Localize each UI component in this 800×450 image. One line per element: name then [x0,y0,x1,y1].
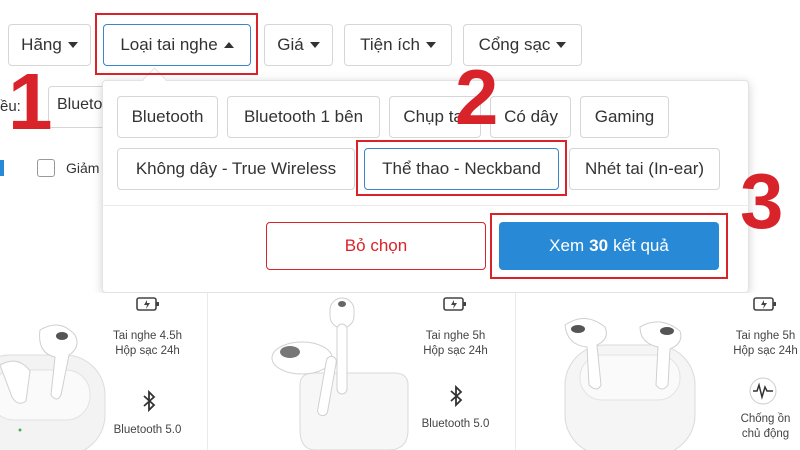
product-3-feature: Chống ồn chủ động [718,412,800,442]
option-bluetooth[interactable]: Bluetooth [117,96,218,138]
chevron-down-icon [309,42,320,48]
product-image-airpods-pro-2[interactable] [545,305,715,450]
filter-charging-port-label: Cổng sạc [478,35,551,54]
discount-label: Giảm [66,160,100,176]
option-label: Gaming [594,107,655,126]
option-co-day[interactable]: Có dây [490,96,571,138]
option-label: Không dây - True Wireless [135,159,337,178]
bluetooth-icon [138,389,160,413]
product-3-battery: Tai nghe 5h Hộp sạc 24h [718,329,800,359]
option-in-ear[interactable]: Nhét tai (In-ear) [569,148,720,190]
option-label: Nhét tai (In-ear) [584,159,705,178]
chevron-down-icon [67,42,78,48]
product-image-airpods-pro[interactable] [0,300,110,450]
battery-text: Tai nghe 5h [735,330,796,342]
product-1-battery: Tai nghe 4.5h Hộp sạc 24h [100,329,195,359]
discount-checkbox[interactable] [37,159,55,177]
battery-text: Tai nghe 5h [425,330,486,342]
battery-text: Tai nghe 4.5h [112,330,183,342]
bluetooth-icon [450,384,463,408]
option-gaming[interactable]: Gaming [580,96,669,138]
option-true-wireless[interactable]: Không dây - True Wireless [117,148,355,190]
highlight-earphone-type [95,13,258,75]
chevron-down-icon [556,42,567,48]
product-1-feature: Bluetooth 5.0 [113,424,182,436]
selected-filter-chip-label: Blueto [57,96,103,113]
option-label: Bluetooth [131,107,204,126]
option-label: Bluetooth 1 bên [243,107,364,126]
option-label: Có dây [504,107,558,126]
column-divider [515,293,516,450]
noise-cancel-icon [749,377,777,405]
product-2-battery: Tai nghe 5h Hộp sạc 24h [408,329,503,359]
step-number-2: 2 [455,53,499,141]
filter-utility[interactable]: Tiện ích [344,24,452,66]
case-text: Hộp sạc 24h [733,345,798,357]
battery-icon [753,297,776,311]
filter-price[interactable]: Giá [264,24,333,66]
feature-text: Chống ồn [740,413,791,425]
option-bluetooth-1-ben[interactable]: Bluetooth 1 bên [227,96,380,138]
blue-edge-mark [0,160,4,176]
clear-selection-label: Bỏ chọn [344,236,408,255]
step-number-1: 1 [8,57,53,146]
product-2-feature: Bluetooth 5.0 [421,418,490,430]
chevron-down-icon [425,42,436,48]
battery-icon [443,297,466,311]
step-number-3: 3 [740,157,784,245]
feature-text-2: chủ động [741,428,790,440]
product-image-airpods[interactable] [230,290,420,450]
battery-icon [136,297,159,311]
dropdown-divider [102,205,749,206]
highlight-neckband [356,140,567,196]
filter-price-label: Giá [277,35,304,54]
column-divider [207,293,208,450]
highlight-view-results [490,213,728,279]
case-text: Hộp sạc 24h [423,345,488,357]
filter-brand-label: Hãng [21,35,62,54]
filter-utility-label: Tiện ích [360,35,420,54]
case-text: Hộp sạc 24h [115,345,180,357]
clear-selection-button[interactable]: Bỏ chọn [266,222,486,270]
